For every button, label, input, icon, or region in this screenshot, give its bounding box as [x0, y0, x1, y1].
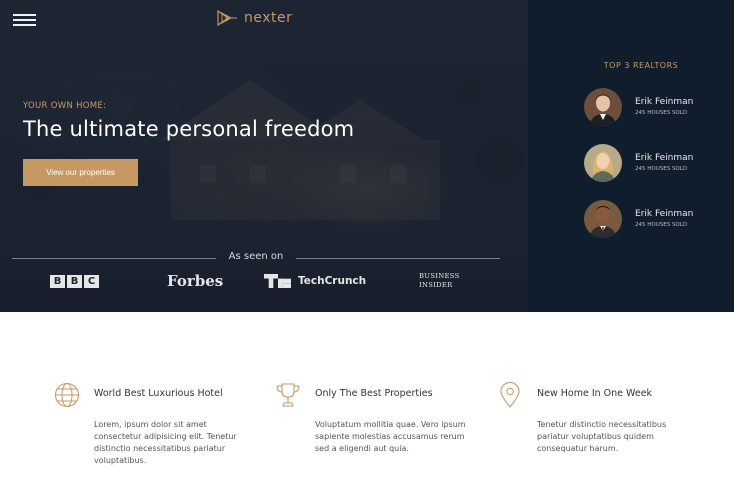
realtor-name: Erik Feinman [635, 97, 694, 107]
feature-title: Only The Best Properties [315, 388, 433, 399]
realtor-avatar [584, 88, 622, 126]
techcrunch-logo: TechCrunch [264, 270, 366, 292]
forbes-logo: Forbes [167, 272, 224, 290]
top-realtors-panel: TOP 3 REALTORS Erik Feinman 245 HOUSES S… [528, 0, 734, 312]
feature-text: Tenetur distinctio necessitatibus pariat… [537, 420, 667, 453]
realtor-avatar [584, 200, 622, 238]
hamburger-menu-icon[interactable] [13, 14, 36, 27]
divider-left [12, 258, 216, 259]
view-properties-button[interactable]: View our properties [23, 159, 138, 186]
business-insider-logo: BUSINESS INSIDER [419, 272, 460, 289]
play-triangles-logo-icon [217, 10, 237, 26]
brand-logo[interactable]: nexter [216, 9, 292, 27]
realtor-card[interactable]: Erik Feinman 245 HOUSES SOLD [584, 144, 734, 182]
feature-text: Voluptatum mollitia quae. Vero ipsum sap… [315, 420, 466, 453]
realtor-houses-sold: 245 HOUSES SOLD [635, 110, 688, 116]
map-pin-icon [500, 382, 520, 408]
realtor-houses-sold: 245 HOUSES SOLD [635, 166, 688, 172]
realtor-houses-sold: 245 HOUSES SOLD [635, 222, 688, 228]
bbc-logo: BBC [50, 270, 99, 292]
realtor-avatar [584, 144, 622, 182]
techcrunch-text: TechCrunch [298, 275, 367, 287]
features-section: World Best Luxurious Hotel Lorem, ipsum … [0, 312, 734, 477]
brand-name: nexter [244, 10, 293, 26]
realtor-card[interactable]: Erik Feinman 245 HOUSES SOLD [584, 88, 734, 126]
hero-section: nexter YOUR OWN HOME: The ultimate perso… [0, 0, 528, 312]
hero-headline: The ultimate personal freedom [23, 117, 355, 141]
hero-eyebrow: YOUR OWN HOME: [23, 101, 107, 111]
feature-text: Lorem, ipsum dolor sit amet consectetur … [94, 420, 237, 465]
divider-right [296, 258, 500, 259]
feature-title: World Best Luxurious Hotel [94, 388, 223, 399]
realtors-title: TOP 3 REALTORS [603, 61, 679, 70]
hero-overlay [0, 0, 528, 312]
realtor-name: Erik Feinman [635, 153, 694, 163]
realtor-name: Erik Feinman [635, 209, 694, 219]
techcrunch-mark-icon [264, 274, 291, 288]
trophy-icon [276, 383, 300, 407]
globe-icon [54, 382, 80, 408]
feature-title: New Home In One Week [537, 388, 653, 399]
realtor-card[interactable]: Erik Feinman 245 HOUSES SOLD [584, 200, 734, 238]
seen-on-label: As seen on [228, 251, 284, 262]
